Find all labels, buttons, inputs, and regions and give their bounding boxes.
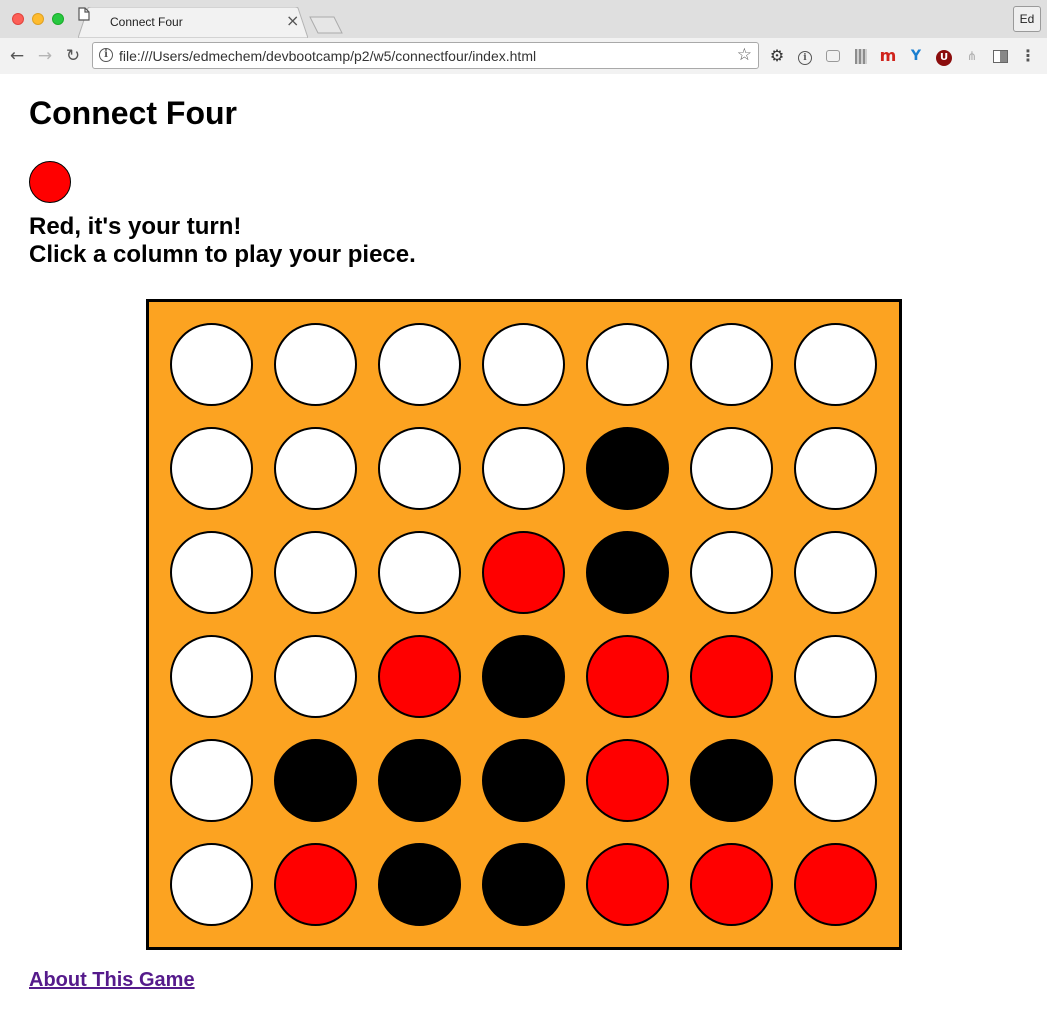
black-piece xyxy=(482,635,565,718)
document-icon xyxy=(78,7,90,21)
empty-slot xyxy=(274,427,357,510)
black-piece xyxy=(482,843,565,926)
black-piece xyxy=(378,739,461,822)
tab-close-icon[interactable]: × xyxy=(286,13,299,29)
empty-slot xyxy=(274,635,357,718)
red-piece xyxy=(482,531,565,614)
empty-slot xyxy=(690,323,773,406)
empty-slot xyxy=(170,635,253,718)
empty-slot xyxy=(794,323,877,406)
page-info-icon[interactable]: i xyxy=(99,48,113,62)
red-piece xyxy=(690,635,773,718)
new-tab-button[interactable] xyxy=(308,15,344,35)
turn-message: Red, it's your turn! xyxy=(29,213,242,240)
minimize-window-button[interactable] xyxy=(32,13,44,25)
info-circle-icon[interactable]: i xyxy=(795,46,815,66)
empty-slot xyxy=(170,843,253,926)
empty-slot xyxy=(170,739,253,822)
barcode-icon[interactable] xyxy=(851,46,871,66)
red-piece xyxy=(794,843,877,926)
red-piece xyxy=(586,739,669,822)
reload-icon[interactable]: ↻ xyxy=(63,46,83,66)
empty-slot xyxy=(794,739,877,822)
empty-slot xyxy=(482,427,565,510)
game-board xyxy=(146,299,902,950)
y-logo-icon[interactable]: Y xyxy=(906,46,926,66)
screen-icon[interactable] xyxy=(823,46,843,66)
page-title: Connect Four xyxy=(29,95,237,131)
black-piece xyxy=(274,739,357,822)
empty-slot xyxy=(170,323,253,406)
forward-arrow-icon[interactable]: → xyxy=(35,46,55,66)
empty-slot xyxy=(378,531,461,614)
black-piece xyxy=(586,427,669,510)
empty-slot xyxy=(170,531,253,614)
empty-slot xyxy=(794,531,877,614)
instruction-message: Click a column to play your piece. xyxy=(29,241,416,268)
profile-button[interactable]: Ed xyxy=(1013,6,1041,32)
black-piece xyxy=(482,739,565,822)
empty-slot xyxy=(274,531,357,614)
board-column[interactable] xyxy=(253,302,357,947)
empty-slot xyxy=(586,323,669,406)
empty-slot xyxy=(378,427,461,510)
empty-slot xyxy=(794,635,877,718)
current-player-piece xyxy=(29,161,71,203)
empty-slot xyxy=(274,323,357,406)
tab-strip: Connect Four × Ed xyxy=(0,0,1047,38)
red-piece xyxy=(274,843,357,926)
about-game-link[interactable]: About This Game xyxy=(29,968,195,992)
red-piece xyxy=(586,635,669,718)
black-piece xyxy=(586,531,669,614)
back-arrow-icon[interactable]: ← xyxy=(7,46,27,66)
empty-slot xyxy=(378,323,461,406)
board-column[interactable] xyxy=(669,302,773,947)
board-column[interactable] xyxy=(357,302,461,947)
bookmark-star-icon[interactable]: ☆ xyxy=(737,45,752,65)
empty-slot xyxy=(690,427,773,510)
board-column[interactable] xyxy=(149,302,253,947)
red-piece xyxy=(690,843,773,926)
board-column[interactable] xyxy=(461,302,565,947)
empty-slot xyxy=(170,427,253,510)
black-piece xyxy=(378,843,461,926)
red-piece xyxy=(378,635,461,718)
board-column[interactable] xyxy=(773,302,877,947)
sidebar-icon[interactable] xyxy=(990,46,1010,66)
red-piece xyxy=(586,843,669,926)
board-column[interactable] xyxy=(565,302,669,947)
more-menu-icon[interactable]: ⋮ xyxy=(1018,46,1038,66)
sitemap-icon[interactable]: ⋔ xyxy=(962,46,982,66)
url-text[interactable]: file:///Users/edmechem/devbootcamp/p2/w5… xyxy=(119,48,536,64)
black-piece xyxy=(690,739,773,822)
browser-chrome: Connect Four × Ed ← → ↻ i file:///Users/… xyxy=(0,0,1047,74)
page-content: Connect Four Red, it's your turn! Click … xyxy=(0,74,1047,1017)
zoom-window-button[interactable] xyxy=(52,13,64,25)
u-badge-icon[interactable]: U xyxy=(934,46,954,66)
address-bar[interactable]: i file:///Users/edmechem/devbootcamp/p2/… xyxy=(92,42,759,69)
empty-slot xyxy=(690,531,773,614)
tab-title: Connect Four xyxy=(110,15,183,29)
browser-tab[interactable]: Connect Four × xyxy=(78,7,308,38)
empty-slot xyxy=(482,323,565,406)
browser-toolbar: ← → ↻ i file:///Users/edmechem/devbootca… xyxy=(0,38,1047,74)
close-window-button[interactable] xyxy=(12,13,24,25)
empty-slot xyxy=(794,427,877,510)
m-logo-icon[interactable]: m xyxy=(878,46,898,66)
gear-icon[interactable]: ⚙ xyxy=(767,46,787,66)
